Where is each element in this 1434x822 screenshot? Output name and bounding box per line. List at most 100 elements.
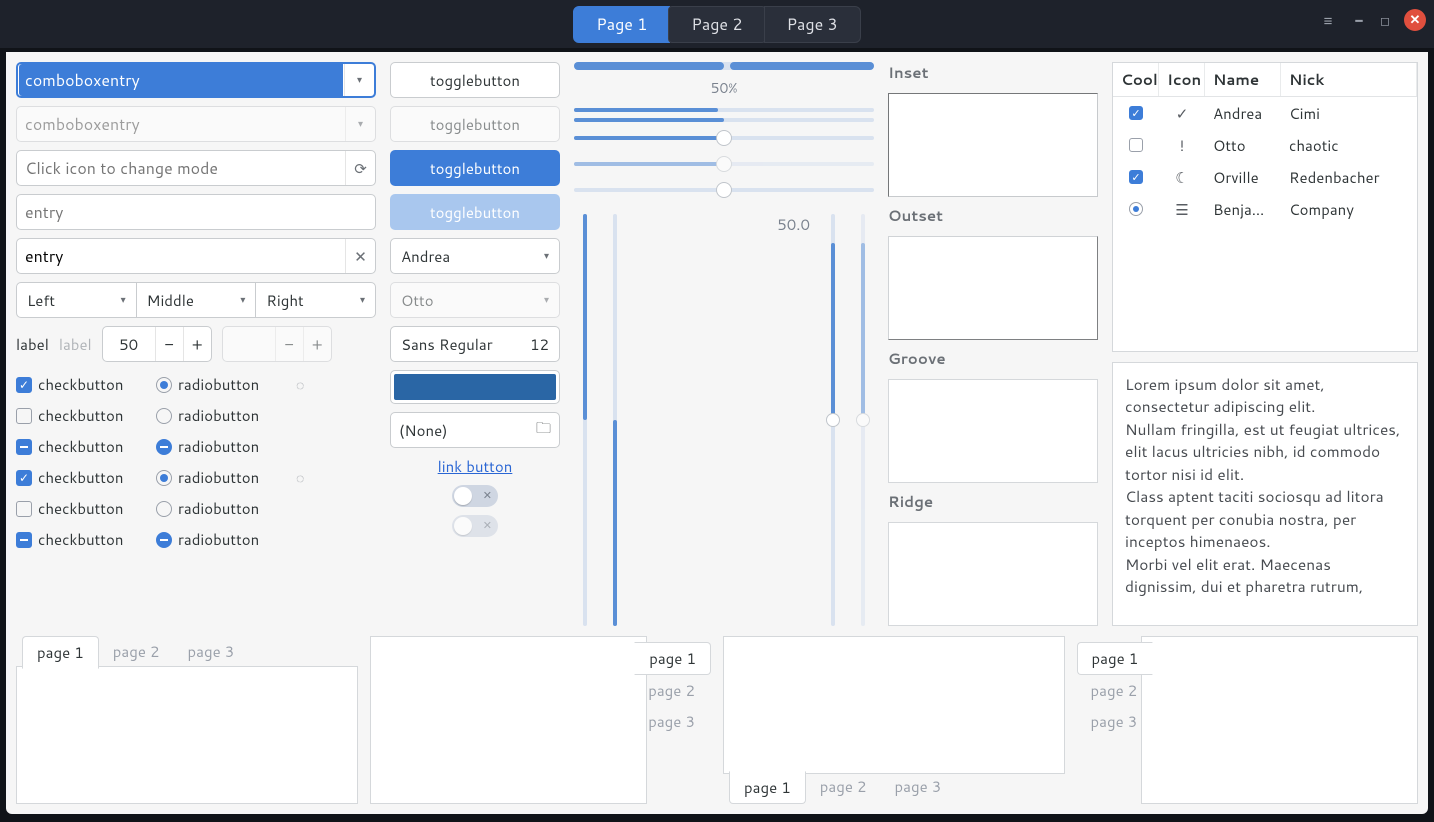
entry-plain[interactable]: [16, 194, 376, 230]
position-left[interactable]: Left▾: [16, 282, 137, 318]
togglebutton-active-disabled: togglebutton: [390, 194, 560, 230]
notebook-tab[interactable]: page 3: [881, 771, 956, 804]
vscales: 50.0: [574, 206, 874, 626]
entry-clearable-input[interactable]: [17, 239, 345, 273]
checkbutton-unchecked[interactable]: checkbutton: [16, 405, 156, 426]
dropdown-icon[interactable]: ▾: [344, 64, 374, 96]
frame-outset: [888, 236, 1098, 340]
column-entries: ▾ ▾ ⟳ ✕ Left▾ Middle▾ Right▾: [16, 62, 376, 626]
notebook-tab[interactable]: page 2: [634, 675, 711, 706]
treeview-row[interactable]: !Ottochaotic: [1113, 129, 1417, 161]
col-header-name[interactable]: Name: [1205, 63, 1281, 96]
position-right[interactable]: Right▾: [255, 282, 376, 318]
dropdown-andrea[interactable]: Andrea▾: [390, 238, 560, 274]
cell-nick: Cimi: [1281, 103, 1417, 124]
column-buttons: togglebutton togglebutton togglebutton t…: [390, 62, 560, 626]
frame-label-inset: Inset: [888, 62, 1098, 83]
hscale-disabled: [574, 154, 874, 174]
mode-entry[interactable]: ⟳: [16, 150, 376, 186]
radiobutton-on-disabled: radiobutton: [156, 467, 296, 488]
levelbar-2: [574, 118, 874, 122]
spinbutton-1-value[interactable]: 50: [103, 327, 155, 361]
entry-plain-input[interactable]: [17, 195, 375, 229]
mode-entry-input[interactable]: [17, 151, 345, 185]
position-middle[interactable]: Middle▾: [136, 282, 257, 318]
spinbutton-2-value: [223, 327, 275, 361]
notebook-tab[interactable]: page 2: [806, 771, 881, 804]
notebooks-row: page 1 page 2 page 3 page 1 page 2 page …: [16, 636, 1418, 804]
file-chooser-button[interactable]: (None)🗀: [390, 412, 560, 448]
minimize-button[interactable]: ━: [1352, 13, 1366, 27]
notebook-tab[interactable]: page 3: [634, 706, 711, 737]
cell-name: Orville: [1205, 167, 1281, 188]
cell-nick: Company: [1281, 199, 1417, 220]
switch-off[interactable]: [452, 485, 498, 507]
col-header-nick[interactable]: Nick: [1281, 63, 1417, 96]
textview[interactable]: Lorem ipsum dolor sit amet, consectetur …: [1112, 362, 1418, 626]
treeview-header: Cool Icon Name Nick: [1113, 63, 1417, 97]
spinner-icon-disabled: ◌: [296, 468, 326, 488]
treeview-row[interactable]: ✓☾OrvilleRedenbacher: [1113, 161, 1417, 193]
combobox-entry-focused-input[interactable]: [19, 64, 343, 96]
entry-clearable[interactable]: ✕: [16, 238, 376, 274]
frame-label-ridge: Ridge: [888, 491, 1098, 512]
header-tab-page3[interactable]: Page 3: [764, 6, 861, 43]
treeview-row[interactable]: ✓✓AndreaCimi: [1113, 97, 1417, 129]
hscale-1[interactable]: [574, 128, 874, 148]
vscale-4-disabled: [856, 214, 870, 626]
togglebutton-normal[interactable]: togglebutton: [390, 62, 560, 98]
folder-icon: 🗀: [536, 417, 551, 443]
treeview[interactable]: Cool Icon Name Nick ✓✓AndreaCimi!Ottocha…: [1112, 62, 1418, 352]
hscale-3[interactable]: [574, 180, 874, 200]
notebook-right: page 1 page 2 page 3: [370, 636, 712, 804]
notebook-tab[interactable]: page 1: [729, 771, 806, 804]
check-icon[interactable]: [1129, 138, 1143, 152]
notebook-tab[interactable]: page 3: [174, 636, 249, 669]
refresh-icon[interactable]: ⟳: [345, 151, 375, 185]
notebook-tab[interactable]: page 3: [1077, 706, 1154, 737]
notebook-top: page 1 page 2 page 3: [16, 636, 358, 804]
check-icon[interactable]: ✓: [1129, 170, 1143, 184]
hamburger-menu-icon[interactable]: ≡: [1316, 8, 1340, 32]
notebook-tab[interactable]: page 2: [1077, 675, 1154, 706]
font-button[interactable]: Sans Regular12: [390, 326, 560, 362]
radiobutton-on[interactable]: radiobutton: [156, 374, 296, 395]
header-tab-page2[interactable]: Page 2: [668, 6, 765, 43]
spinbutton-2: − +: [222, 326, 332, 362]
maximize-button[interactable]: ◻: [1378, 13, 1392, 27]
close-button[interactable]: ✕: [1404, 9, 1426, 31]
checkbutton-checked-disabled: ✓checkbutton: [16, 467, 156, 488]
combobox-entry-focused[interactable]: ▾: [16, 62, 376, 98]
color-button[interactable]: [390, 370, 560, 404]
notebook-tab[interactable]: page 1: [1077, 642, 1154, 675]
cell-name: Otto: [1205, 135, 1281, 156]
radiobutton-mixed[interactable]: radiobutton: [156, 436, 296, 457]
color-swatch: [394, 374, 556, 400]
notebook-tab[interactable]: page 2: [99, 636, 174, 669]
col-header-icon[interactable]: Icon: [1159, 63, 1205, 96]
row-icon: ✓: [1159, 103, 1205, 124]
header-tab-page1[interactable]: Page 1: [573, 6, 670, 43]
radio-icon[interactable]: [1129, 202, 1143, 216]
col-header-cool[interactable]: Cool: [1113, 63, 1159, 96]
treeview-row[interactable]: ☰Benja…Company: [1113, 193, 1417, 225]
notebook-tab[interactable]: page 1: [22, 636, 99, 669]
checkbutton-checked[interactable]: ✓checkbutton: [16, 374, 156, 395]
togglebutton-active[interactable]: togglebutton: [390, 150, 560, 186]
link-button[interactable]: link button: [390, 456, 560, 477]
dropdown-icon: ▾: [345, 107, 375, 141]
checkbutton-mixed[interactable]: checkbutton: [16, 436, 156, 457]
textview-content: Lorem ipsum dolor sit amet, consectetur …: [1125, 373, 1405, 598]
frame-label-outset: Outset: [888, 205, 1098, 226]
vscale-3[interactable]: [826, 214, 840, 626]
spinbutton-1[interactable]: 50 − +: [102, 326, 212, 362]
clear-icon[interactable]: ✕: [345, 239, 375, 273]
radiobutton-off[interactable]: radiobutton: [156, 405, 296, 426]
spin-plus-icon[interactable]: +: [183, 327, 211, 361]
vscale-1[interactable]: [578, 214, 592, 626]
spin-minus-icon[interactable]: −: [155, 327, 183, 361]
vscale-2[interactable]: [608, 214, 622, 626]
notebook-tab[interactable]: page 1: [634, 642, 711, 675]
check-icon[interactable]: ✓: [1129, 106, 1143, 120]
vscale-value-label: 50.0: [777, 214, 810, 235]
